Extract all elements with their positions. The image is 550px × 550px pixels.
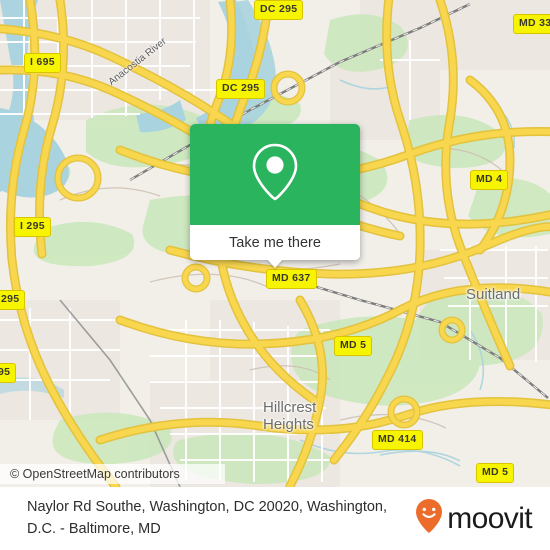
highway-shield-dc295-north[interactable]: DC 295 — [254, 0, 304, 20]
highway-shield-md637[interactable]: MD 637 — [266, 269, 317, 289]
highway-shield-md5-south[interactable]: MD 5 — [476, 463, 515, 483]
highway-shield-95[interactable]: 95 — [0, 363, 17, 383]
moovit-pin-icon — [415, 498, 443, 539]
take-me-there-label: Take me there — [229, 234, 321, 251]
place-label-line-1: Hillcrest — [263, 399, 317, 416]
moovit-logo[interactable]: moovit — [415, 498, 533, 539]
location-title: Naylor Rd Southe, Washington, DC 20020, … — [27, 498, 388, 537]
highway-shield-md337[interactable]: MD 337 — [513, 14, 550, 34]
osm-attribution[interactable]: © OpenStreetMap contributors — [0, 464, 225, 484]
highway-shield-i695[interactable]: I 695 — [24, 53, 61, 73]
highway-shield-295[interactable]: 295 — [0, 290, 26, 310]
card-header — [190, 124, 360, 225]
take-me-there-button[interactable]: Take me there — [190, 225, 360, 268]
highway-shield-i295[interactable]: I 295 — [14, 217, 51, 237]
place-label-hillcrest-heights: Hillcrest Heights — [263, 399, 317, 434]
footer-content: Naylor Rd Southe, Washington, DC 20020, … — [0, 487, 550, 550]
footer-bar: Naylor Rd Southe, Washington, DC 20020, … — [0, 487, 550, 550]
place-label-suitland: Suitland — [466, 286, 521, 303]
highway-shield-dc295[interactable]: DC 295 — [216, 79, 266, 99]
screenshot-root: Anacostia River DC 295 MD 337 I 695 DC 2… — [0, 0, 550, 550]
map-pin-icon — [249, 141, 301, 208]
place-label-line-2: Heights — [263, 415, 314, 433]
take-me-there-card[interactable]: Take me there — [190, 124, 360, 268]
highway-shield-md414[interactable]: MD 414 — [372, 430, 423, 450]
moovit-wordmark: moovit — [447, 501, 532, 535]
card-pointer-tail — [267, 259, 283, 268]
highway-shield-md5[interactable]: MD 5 — [334, 336, 373, 356]
highway-shield-md4[interactable]: MD 4 — [470, 170, 509, 190]
